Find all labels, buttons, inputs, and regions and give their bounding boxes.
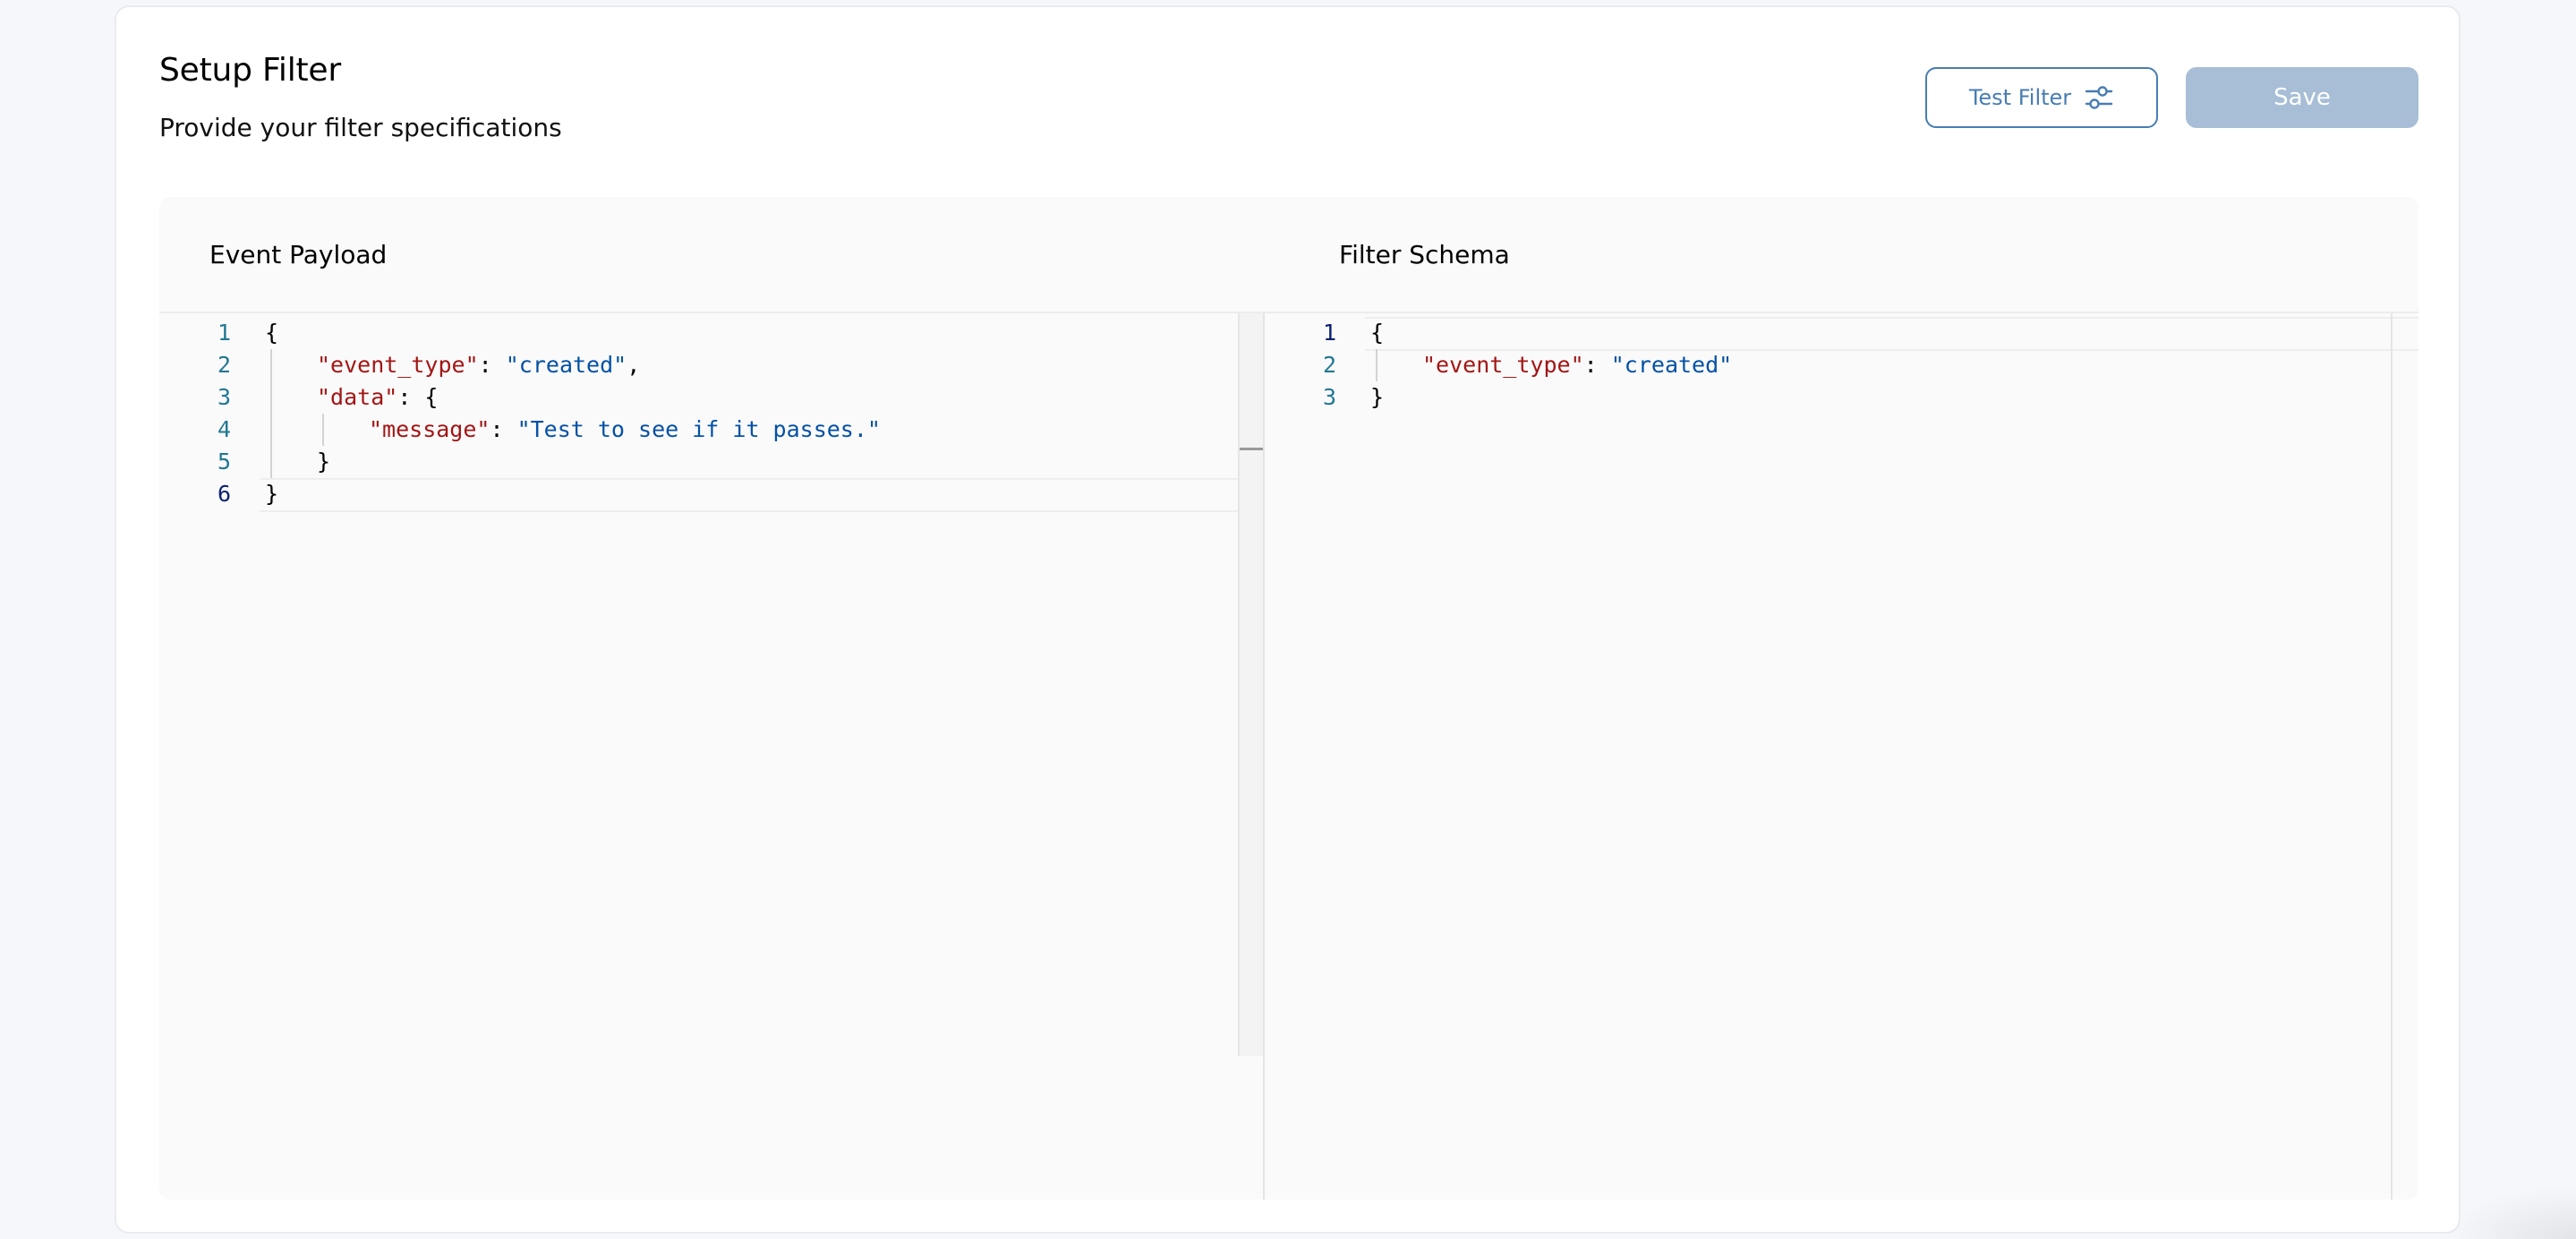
payload-scrollbar[interactable] — [1238, 313, 1265, 1056]
code-line: 1{ — [159, 317, 1263, 349]
line-number: 6 — [217, 481, 231, 507]
line-number: 1 — [217, 320, 231, 346]
json-key: "event_type" — [317, 352, 479, 378]
code-text: } — [1370, 381, 1384, 414]
test-filter-label: Test Filter — [1968, 85, 2072, 110]
json-punctuation: , — [627, 352, 641, 378]
code-line: 5} — [159, 446, 1263, 478]
test-filter-button[interactable]: Test Filter — [1925, 67, 2158, 128]
json-punctuation: { — [265, 320, 279, 346]
event-payload-editor[interactable]: 1{2 "event_type": "created", 3 "data": {4 "m… — [159, 313, 1265, 1200]
sliders-icon — [2084, 82, 2114, 113]
schema-scrollbar-edge — [2391, 313, 2393, 1200]
code-text: { — [265, 317, 278, 349]
corner-shadow — [2442, 1185, 2576, 1239]
json-punctuation: } — [265, 481, 279, 507]
scrollbar-marker — [1240, 448, 1263, 450]
page-subtitle: Provide your filter specifications — [159, 113, 562, 142]
code-text: "message": "Test to see if it passes." — [369, 414, 881, 446]
code-line: 2 "event_type": "created" — [1265, 349, 2418, 381]
line-number: 3 — [1322, 384, 1336, 410]
json-string: "created" — [1610, 352, 1733, 378]
code-text: { — [1370, 317, 1384, 349]
line-number: 3 — [217, 384, 231, 410]
code-text: } — [265, 478, 278, 510]
line-number: 2 — [217, 352, 231, 378]
json-punctuation: } — [317, 449, 331, 474]
code-text: "data": { — [317, 381, 438, 414]
page-title: Setup Filter — [159, 52, 341, 89]
code-line: 3} — [1265, 381, 2418, 414]
json-string: "Test to see if it passes." — [516, 416, 881, 442]
event-payload-label: Event Payload — [209, 239, 388, 269]
json-punctuation: : — [1583, 352, 1611, 378]
code-line: 4 "message": "Test to see if it passes." — [159, 414, 1263, 446]
line-number: 4 — [217, 416, 231, 442]
json-punctuation: : — [478, 352, 506, 378]
code-line: 1{ — [1265, 317, 2418, 349]
json-key: "message" — [369, 416, 490, 442]
code-line: 6} — [159, 478, 1263, 510]
code-line: 2 "event_type": "created", — [159, 349, 1263, 381]
json-punctuation: { — [1370, 320, 1385, 346]
filter-schema-editor[interactable]: 1{2 "event_type": "created" 3} — [1265, 313, 2418, 1200]
code-line: 3 "data": { — [159, 381, 1263, 414]
filter-schema-label: Filter Schema — [1339, 239, 1510, 269]
save-button[interactable]: Save — [2186, 67, 2418, 128]
line-number: 5 — [217, 449, 231, 474]
code-text: "event_type": "created", — [317, 349, 640, 381]
code-text: } — [317, 446, 330, 478]
setup-filter-card: Setup Filter Provide your filter specifi… — [115, 5, 2461, 1234]
json-key: "event_type" — [1422, 352, 1584, 378]
line-number: 1 — [1322, 320, 1336, 346]
filter-editor-area: Event Payload Filter Schema 1{2 "event_ty… — [159, 197, 2418, 1200]
json-punctuation: : { — [397, 384, 439, 410]
line-number: 2 — [1322, 352, 1336, 378]
code-text: "event_type": "created" — [1422, 349, 1732, 381]
json-string: "created" — [505, 352, 627, 378]
json-punctuation: : — [490, 416, 517, 442]
json-key: "data" — [317, 384, 398, 410]
json-punctuation: } — [1370, 384, 1385, 410]
